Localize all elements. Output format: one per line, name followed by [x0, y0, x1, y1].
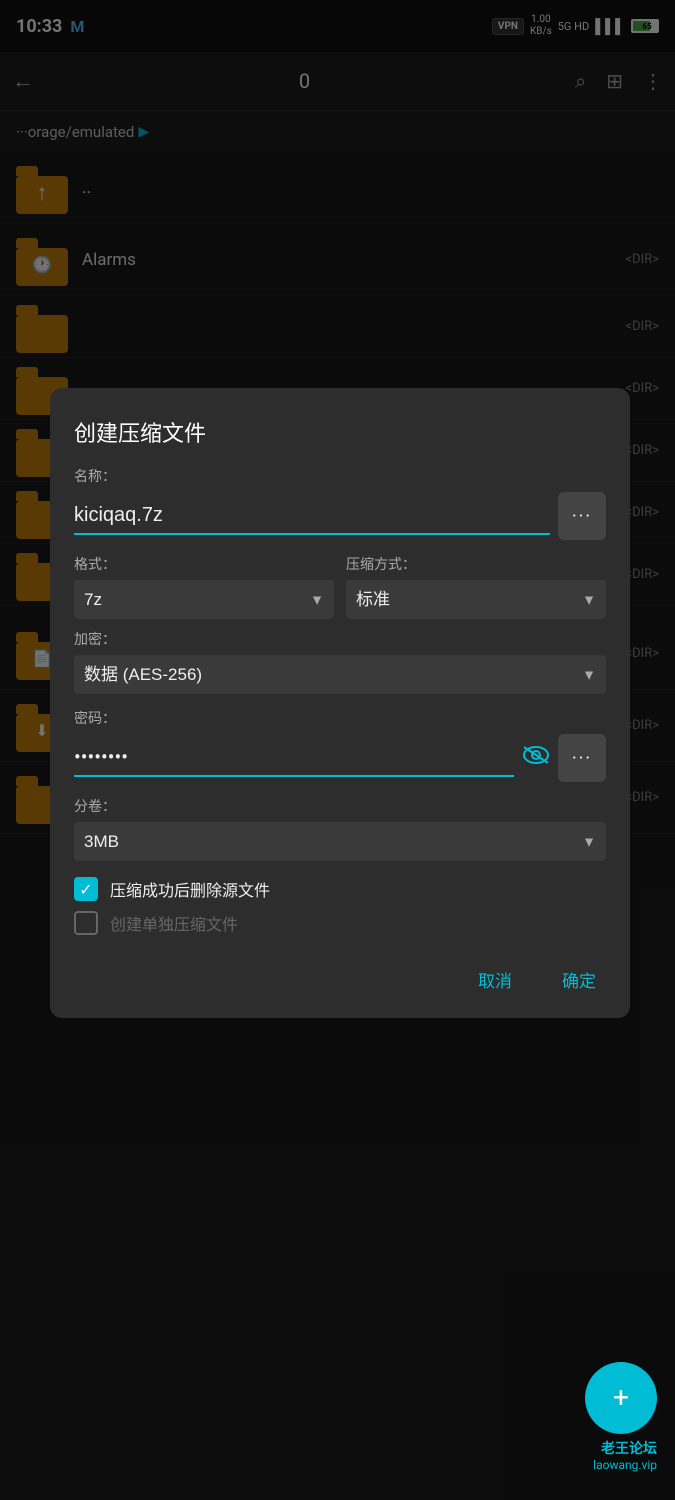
confirm-button[interactable]: 确定 — [552, 961, 606, 998]
split-label: 分卷： — [74, 796, 606, 816]
password-options-button[interactable]: ··· — [558, 734, 606, 782]
compression-select-wrapper: 标准 最大 最快 ▼ — [346, 580, 606, 619]
format-select-wrapper: 7z zip tar ▼ — [74, 580, 334, 619]
dialog-title: 创建压缩文件 — [74, 416, 606, 448]
password-row: ··· — [74, 734, 606, 782]
dialog-footer: 取消 确定 — [74, 953, 606, 998]
watermark-url: laowang.vip — [585, 1458, 657, 1472]
password-label: 密码： — [74, 708, 606, 728]
format-select[interactable]: 7z zip tar — [74, 580, 334, 619]
checkmark1: ✓ — [79, 880, 92, 899]
watermark: + 老王论坛 laowang.vip — [585, 1362, 657, 1472]
eye-icon[interactable] — [522, 745, 550, 771]
format-field: 格式： 7z zip tar ▼ — [74, 554, 334, 619]
checkbox1-row[interactable]: ✓ 压缩成功后删除源文件 — [74, 877, 606, 901]
name-row: ··· — [74, 492, 606, 540]
format-label: 格式： — [74, 554, 334, 574]
watermark-plus-icon: + — [613, 1384, 629, 1412]
encryption-select[interactable]: 数据 (AES-256) 无 — [74, 655, 606, 694]
compression-field: 压缩方式： 标准 最大 最快 ▼ — [346, 554, 606, 619]
split-select[interactable]: 3MB 1MB 5MB — [74, 822, 606, 861]
checkbox1-box[interactable]: ✓ — [74, 877, 98, 901]
format-compression-row: 格式： 7z zip tar ▼ 压缩方式： 标准 最大 最快 ▼ — [74, 554, 606, 619]
name-input[interactable] — [74, 498, 550, 535]
split-select-wrapper: 3MB 1MB 5MB ▼ — [74, 822, 606, 861]
checkbox2-label: 创建单独压缩文件 — [110, 911, 238, 935]
checkbox1-label: 压缩成功后删除源文件 — [110, 877, 270, 901]
compression-label: 压缩方式： — [346, 554, 606, 574]
checkbox2-row[interactable]: 创建单独压缩文件 — [74, 911, 606, 935]
encryption-label: 加密： — [74, 629, 606, 649]
password-dots-icon: ··· — [572, 748, 592, 769]
name-label: 名称： — [74, 466, 606, 486]
name-options-button[interactable]: ··· — [558, 492, 606, 540]
watermark-circle: + — [585, 1362, 657, 1434]
create-archive-dialog: 创建压缩文件 名称： ··· 格式： 7z zip tar ▼ 压缩方式： 标准 — [50, 388, 630, 1018]
encryption-select-wrapper: 数据 (AES-256) 无 ▼ — [74, 655, 606, 694]
watermark-brand: 老王论坛 — [585, 1438, 657, 1458]
password-input[interactable] — [74, 739, 514, 777]
dots-icon: ··· — [572, 506, 592, 527]
checkbox2-box[interactable] — [74, 911, 98, 935]
cancel-button[interactable]: 取消 — [468, 961, 522, 998]
compression-select[interactable]: 标准 最大 最快 — [346, 580, 606, 619]
